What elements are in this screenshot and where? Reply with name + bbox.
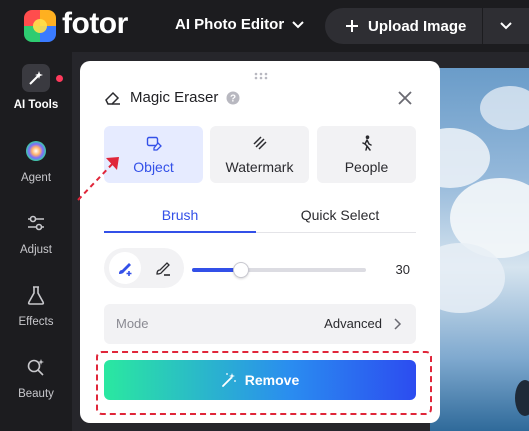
- panel-header: Magic Eraser ?: [104, 89, 240, 106]
- remove-button-label: Remove: [244, 372, 300, 388]
- panel-title: Magic Eraser: [130, 89, 219, 106]
- magic-wand-icon: [221, 373, 236, 387]
- agent-orb-icon: [22, 137, 50, 165]
- selection-tabs: Brush Quick Select: [104, 201, 416, 233]
- magic-eraser-panel: Magic Eraser ? Object Watermark People B…: [80, 61, 440, 423]
- upload-image-label: Upload Image: [368, 17, 467, 35]
- brush-controls: 30: [104, 248, 416, 290]
- brush-size-value: 30: [395, 262, 410, 277]
- plus-icon: [346, 20, 358, 32]
- brush-erase-button[interactable]: [147, 252, 179, 284]
- help-icon[interactable]: ?: [226, 91, 240, 105]
- mode-card-label: Watermark: [225, 159, 294, 175]
- eraser-mode-selector: Object Watermark People: [104, 126, 416, 183]
- brush-erase-icon: [156, 262, 170, 276]
- mode-card-label: Object: [133, 159, 174, 175]
- upload-options-button[interactable]: [483, 8, 529, 44]
- sidebar-item-label: Effects: [18, 316, 54, 328]
- photo-canvas[interactable]: [430, 68, 529, 431]
- drag-handle-icon[interactable]: [254, 67, 268, 80]
- close-icon[interactable]: [398, 91, 412, 105]
- mode-object-card[interactable]: Object: [104, 126, 203, 183]
- sidebar-item-adjust[interactable]: Adjust: [0, 209, 72, 269]
- sidebar-item-label: Adjust: [20, 244, 52, 256]
- mode-watermark-card[interactable]: Watermark: [210, 126, 309, 183]
- sparkle-wand-icon: [22, 64, 50, 92]
- tab-quick-select[interactable]: Quick Select: [264, 207, 416, 223]
- mode-select[interactable]: Mode Advanced: [104, 304, 416, 344]
- walking-person-icon: [361, 135, 372, 151]
- chevron-down-icon: [500, 22, 512, 30]
- sidebar-item-agent[interactable]: Agent: [0, 137, 72, 197]
- flask-icon: [22, 281, 50, 309]
- sidebar-item-label: AI Tools: [13, 99, 59, 111]
- mode-card-label: People: [344, 159, 389, 175]
- upload-image-button[interactable]: Upload Image: [325, 8, 482, 44]
- sidebar-item-beauty[interactable]: Beauty: [0, 353, 72, 413]
- brush-size-slider[interactable]: [192, 262, 366, 278]
- app-menu-dropdown[interactable]: AI Photo Editor: [175, 16, 304, 33]
- brush-mode-toggle: [104, 248, 184, 288]
- sidebar-item-label: Agent: [20, 172, 52, 184]
- fotor-logo-icon[interactable]: [24, 10, 56, 42]
- brush-add-icon: [119, 263, 132, 276]
- mode-people-card[interactable]: People: [317, 126, 416, 183]
- sidebar-item-ai-tools[interactable]: AI Tools: [0, 64, 72, 124]
- eraser-icon: [105, 91, 120, 105]
- sidebar-item-effects[interactable]: Effects: [0, 281, 72, 341]
- mode-label: Mode: [116, 316, 149, 331]
- watermark-icon: [252, 136, 267, 150]
- tab-brush[interactable]: Brush: [104, 207, 256, 223]
- beauty-sparkle-icon: [22, 353, 50, 381]
- brush-add-button[interactable]: [109, 252, 141, 284]
- svg-text:?: ?: [230, 93, 236, 104]
- sliders-icon: [22, 209, 50, 237]
- top-bar: fotor AI Photo Editor Upload Image: [0, 0, 529, 52]
- brush-size-thumb[interactable]: [232, 262, 249, 278]
- sidebar-item-label: Beauty: [18, 388, 54, 400]
- app-menu-label: AI Photo Editor: [175, 16, 285, 33]
- active-tab-indicator: [104, 231, 256, 233]
- chevron-right-icon: [394, 318, 402, 330]
- object-eraser-icon: [146, 136, 162, 151]
- notification-dot: [56, 75, 63, 82]
- chevron-down-icon: [292, 20, 304, 28]
- remove-button[interactable]: Remove: [104, 360, 416, 400]
- mode-value: Advanced: [324, 316, 382, 331]
- logo-text: fotor: [62, 7, 128, 40]
- left-sidebar: AI Tools Agent Adjust Effects Beauty: [0, 52, 72, 431]
